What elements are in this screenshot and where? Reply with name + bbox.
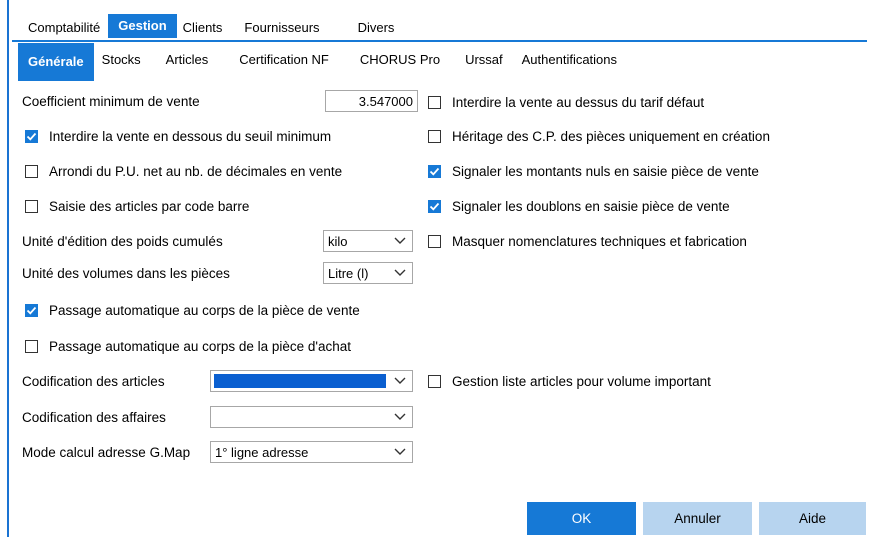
mode-calcul-row: Mode calcul adresse G.Map <box>22 441 190 463</box>
cb-arrondi-row[interactable]: Arrondi du P.U. net au nb. de décimales … <box>25 160 342 182</box>
nomenclatures-checkbox[interactable] <box>428 234 441 248</box>
chevron-down-icon <box>388 413 412 421</box>
cb-nomenclatures-row[interactable]: Masquer nomenclatures techniques et fabr… <box>428 230 747 252</box>
tab-fournisseurs[interactable]: Fournisseurs <box>230 17 327 38</box>
coef-value: 3.547000 <box>358 93 413 109</box>
chevron-down-icon <box>388 237 412 245</box>
code-barre-checkbox[interactable] <box>25 199 38 213</box>
passage-achat-label: Passage automatique au corps de la pièce… <box>49 338 352 354</box>
checkmark-icon <box>26 306 37 315</box>
heritage-checkbox[interactable] <box>428 129 441 143</box>
mode-calcul-select[interactable]: 1° ligne adresse <box>210 441 413 463</box>
tab-generale[interactable]: Générale <box>18 43 94 81</box>
tab-certification-nf[interactable]: Certification NF <box>219 43 340 77</box>
mode-calcul-label: Mode calcul adresse G.Map <box>22 444 191 460</box>
passage-achat-checkbox[interactable] <box>25 339 38 353</box>
coef-input[interactable]: 3.547000 <box>325 90 418 112</box>
arrondi-checkbox[interactable] <box>25 164 38 178</box>
cb-montants-nuls-row[interactable]: Signaler les montants nuls en saisie piè… <box>428 160 759 182</box>
checkmark-icon <box>429 202 440 211</box>
mode-calcul-value: 1° ligne adresse <box>215 444 309 460</box>
chevron-down-icon <box>388 377 412 385</box>
volumes-row: Unité des volumes dans les pièces <box>22 262 230 284</box>
poids-select[interactable]: kilo <box>323 230 413 252</box>
codif-articles-select[interactable] <box>210 370 413 392</box>
tab-articles[interactable]: Articles <box>152 43 220 77</box>
code-barre-label: Saisie des articles par code barre <box>49 198 250 214</box>
cb-gestion-liste-row[interactable]: Gestion liste articles pour volume impor… <box>428 370 711 392</box>
gestion-liste-label: Gestion liste articles pour volume impor… <box>452 373 711 389</box>
cb-heritage-row[interactable]: Héritage des C.P. des pièces uniquement … <box>428 125 770 147</box>
sub-tab-bar: Générale Stocks Articles Certification N… <box>18 43 628 83</box>
cancel-button[interactable]: Annuler <box>643 502 752 535</box>
poids-value: kilo <box>328 233 348 249</box>
codif-affaires-row: Codification des affaires <box>22 406 166 428</box>
coef-row: Coefficient minimum de vente <box>22 90 200 112</box>
nomenclatures-label: Masquer nomenclatures techniques et fabr… <box>452 233 747 249</box>
poids-row: Unité d'édition des poids cumulés <box>22 230 223 252</box>
coef-label: Coefficient minimum de vente <box>22 93 200 109</box>
codif-affaires-select[interactable] <box>210 406 413 428</box>
montants-nuls-checkbox[interactable] <box>428 164 441 178</box>
chevron-down-icon <box>388 448 412 456</box>
passage-vente-label: Passage automatique au corps de la pièce… <box>49 302 360 318</box>
interdire-dessus-checkbox[interactable] <box>428 95 441 109</box>
codif-articles-label: Codification des articles <box>22 373 165 389</box>
cb-code-barre-row[interactable]: Saisie des articles par code barre <box>25 195 249 217</box>
tab-urssaf[interactable]: Urssaf <box>451 43 514 77</box>
tab-stocks[interactable]: Stocks <box>94 43 152 77</box>
top-tab-underline <box>12 40 867 42</box>
interdire-dessus-label: Interdire la vente au dessus du tarif dé… <box>452 94 705 110</box>
heritage-label: Héritage des C.P. des pièces uniquement … <box>452 128 770 144</box>
tab-chorus-pro[interactable]: CHORUS Pro <box>340 43 451 77</box>
window-left-border <box>7 0 9 537</box>
cb-doublons-row[interactable]: Signaler les doublons en saisie pièce de… <box>428 195 730 217</box>
codif-articles-row: Codification des articles <box>22 370 165 392</box>
tab-divers[interactable]: Divers <box>328 17 403 38</box>
poids-label: Unité d'édition des poids cumulés <box>22 233 223 249</box>
tab-authentifications[interactable]: Authentifications <box>514 43 628 77</box>
codif-articles-value <box>214 374 386 388</box>
gestion-liste-checkbox[interactable] <box>428 374 441 388</box>
doublons-checkbox[interactable] <box>428 199 441 213</box>
cb-interdire-dessus-row[interactable]: Interdire la vente au dessus du tarif dé… <box>428 91 704 113</box>
checkmark-icon <box>429 167 440 176</box>
cb-passage-achat-row[interactable]: Passage automatique au corps de la pièce… <box>25 335 351 357</box>
chevron-down-icon <box>388 269 412 277</box>
montants-nuls-label: Signaler les montants nuls en saisie piè… <box>452 163 759 179</box>
doublons-label: Signaler les doublons en saisie pièce de… <box>452 198 730 214</box>
help-button[interactable]: Aide <box>759 502 866 535</box>
tab-comptabilite[interactable]: Comptabilité <box>20 17 108 38</box>
top-tab-bar: Comptabilité Gestion Clients Fournisseur… <box>20 14 403 38</box>
volumes-value: Litre (l) <box>328 265 369 281</box>
ok-button[interactable]: OK <box>527 502 636 535</box>
volumes-label: Unité des volumes dans les pièces <box>22 265 230 281</box>
passage-vente-checkbox[interactable] <box>25 303 38 317</box>
volumes-select[interactable]: Litre (l) <box>323 262 413 284</box>
seuil-checkbox[interactable] <box>25 129 38 143</box>
tab-clients[interactable]: Clients <box>177 17 231 38</box>
seuil-label: Interdire la vente en dessous du seuil m… <box>49 128 332 144</box>
tab-gestion[interactable]: Gestion <box>108 14 177 38</box>
cb-passage-vente-row[interactable]: Passage automatique au corps de la pièce… <box>25 299 360 321</box>
arrondi-label: Arrondi du P.U. net au nb. de décimales … <box>49 163 343 179</box>
codif-affaires-label: Codification des affaires <box>22 409 166 425</box>
checkmark-icon <box>26 132 37 141</box>
cb-seuil-row[interactable]: Interdire la vente en dessous du seuil m… <box>25 125 331 147</box>
